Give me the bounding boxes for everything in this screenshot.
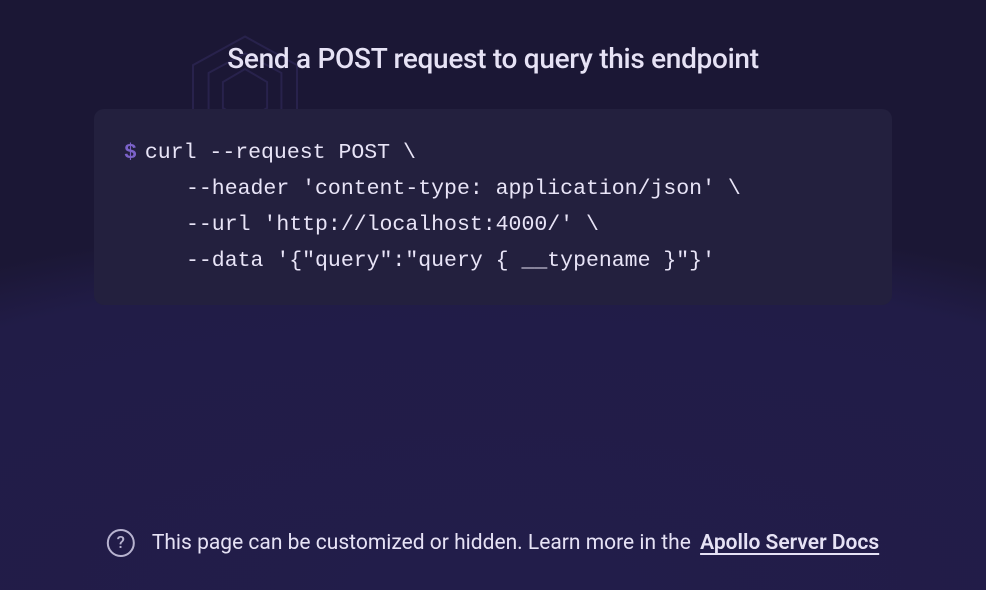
docs-link[interactable]: Apollo Server Docs: [700, 531, 879, 555]
question-icon: ?: [107, 529, 135, 557]
page-title: Send a POST request to query this endpoi…: [227, 42, 758, 75]
code-line-4: --data '{"query":"query { __typename }"}…: [124, 243, 862, 279]
footer: ? This page can be customized or hidden.…: [107, 529, 879, 557]
prompt: $: [124, 141, 137, 165]
code-line-3: --url 'http://localhost:4000/' \: [124, 207, 862, 243]
code-line-2: --header 'content-type: application/json…: [124, 171, 862, 207]
code-line-1: curl --request POST \: [145, 141, 416, 165]
code-block: $ curl --request POST \ --header 'content…: [94, 109, 892, 305]
footer-text: This page can be customized or hidden. L…: [152, 531, 696, 555]
footer-text-wrapper: This page can be customized or hidden. L…: [152, 531, 879, 555]
